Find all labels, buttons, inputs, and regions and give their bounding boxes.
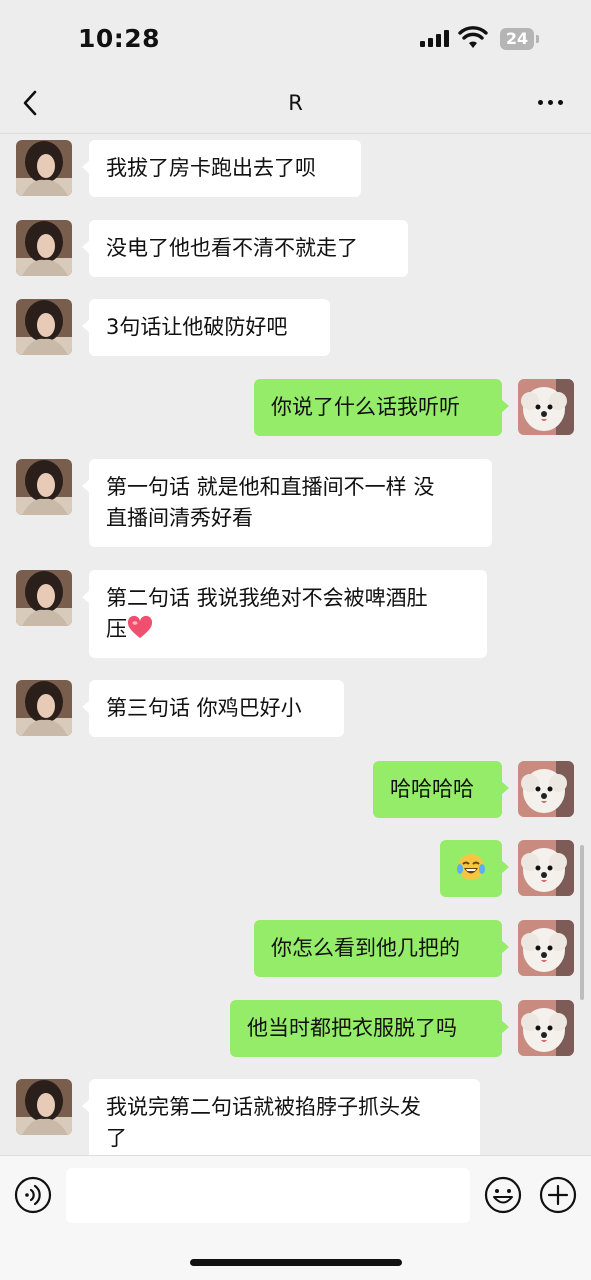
message-bubble-received[interactable]: 第一句话 就是他和直播间不一样 没 直播间清秀好看 bbox=[82, 459, 492, 547]
my-avatar[interactable] bbox=[518, 379, 574, 435]
battery-tip bbox=[536, 35, 539, 43]
plus-icon[interactable] bbox=[539, 1176, 577, 1214]
contact-avatar[interactable] bbox=[16, 299, 72, 355]
contact-avatar[interactable] bbox=[16, 680, 72, 736]
message-text-line: 我说完第二句话就被掐脖子抓头发 bbox=[106, 1095, 421, 1119]
message-bubble-sent[interactable]: 他当时都把衣服脱了吗 bbox=[230, 1000, 509, 1057]
status-bar: 10:28 24 bbox=[0, 0, 591, 72]
wifi-icon bbox=[458, 26, 488, 50]
message-text: 他当时都把衣服脱了吗 bbox=[247, 1016, 457, 1040]
chat-title[interactable]: R bbox=[0, 91, 591, 115]
message-text-line: 压 bbox=[106, 617, 127, 641]
message-text: 第三句话 你鸡巴好小 bbox=[106, 696, 302, 720]
message-bubble-received[interactable]: 我拔了房卡跑出去了呗 bbox=[82, 140, 361, 197]
battery-icon: 24 bbox=[500, 28, 534, 50]
message-bubble-received[interactable]: 没电了他也看不清不就走了 bbox=[82, 220, 408, 277]
message-bubble-sent[interactable]: 哈哈哈哈 bbox=[373, 761, 509, 818]
message-text: 你说了什么话我听听 bbox=[271, 395, 460, 419]
contact-avatar[interactable] bbox=[16, 459, 72, 515]
message-bubble-received[interactable]: 3句话让他破防好吧 bbox=[82, 299, 330, 356]
message-text: 3句话让他破防好吧 bbox=[106, 315, 288, 339]
message-text-line: 了 bbox=[106, 1126, 127, 1150]
voice-icon[interactable] bbox=[14, 1176, 52, 1214]
message-text-line: 直播间清秀好看 bbox=[106, 506, 253, 530]
contact-avatar[interactable] bbox=[16, 570, 72, 626]
message-text: 哈哈哈哈 bbox=[390, 777, 474, 801]
more-icon[interactable] bbox=[536, 98, 566, 108]
message-input[interactable] bbox=[66, 1168, 470, 1223]
home-indicator[interactable] bbox=[190, 1259, 402, 1266]
message-bubble-received[interactable]: 第三句话 你鸡巴好小 bbox=[82, 680, 344, 737]
message-text: 我拔了房卡跑出去了呗 bbox=[106, 156, 316, 180]
status-time: 10:28 bbox=[78, 24, 161, 53]
contact-avatar[interactable] bbox=[16, 140, 72, 196]
message-text: 你怎么看到他几把的 bbox=[271, 936, 460, 960]
my-avatar[interactable] bbox=[518, 920, 574, 976]
my-avatar[interactable] bbox=[518, 761, 574, 817]
message-text: 没电了他也看不清不就走了 bbox=[106, 236, 358, 260]
message-text-line: 第一句话 就是他和直播间不一样 没 bbox=[106, 475, 435, 499]
message-list[interactable]: 我拔了房卡跑出去了呗 没电了他也看不清不就走了 3句话让他破防好吧 你说了什么话… bbox=[0, 135, 591, 1155]
message-bubble-received[interactable]: 我说完第二句话就被掐脖子抓头发 了 bbox=[82, 1079, 480, 1155]
message-text-line: 第二句话 我说我绝对不会被啤酒肚 bbox=[106, 586, 428, 610]
message-bubble-sent[interactable]: 你说了什么话我听听 bbox=[254, 379, 509, 436]
cellular-signal-icon bbox=[420, 29, 450, 47]
message-bubble-sent[interactable] bbox=[440, 840, 509, 897]
my-avatar[interactable] bbox=[518, 1000, 574, 1056]
chat-header: R bbox=[0, 72, 591, 134]
message-bubble-received[interactable]: 第二句话 我说我绝对不会被啤酒肚 压 bbox=[82, 570, 487, 658]
message-bubble-sent[interactable]: 你怎么看到他几把的 bbox=[254, 920, 509, 977]
tears-of-joy-emoji-icon bbox=[456, 852, 486, 882]
emoji-icon[interactable] bbox=[484, 1176, 522, 1214]
heart-emoji-icon bbox=[127, 615, 153, 641]
contact-avatar[interactable] bbox=[16, 1079, 72, 1135]
scrollbar[interactable] bbox=[580, 845, 584, 1000]
my-avatar[interactable] bbox=[518, 840, 574, 896]
contact-avatar[interactable] bbox=[16, 220, 72, 276]
